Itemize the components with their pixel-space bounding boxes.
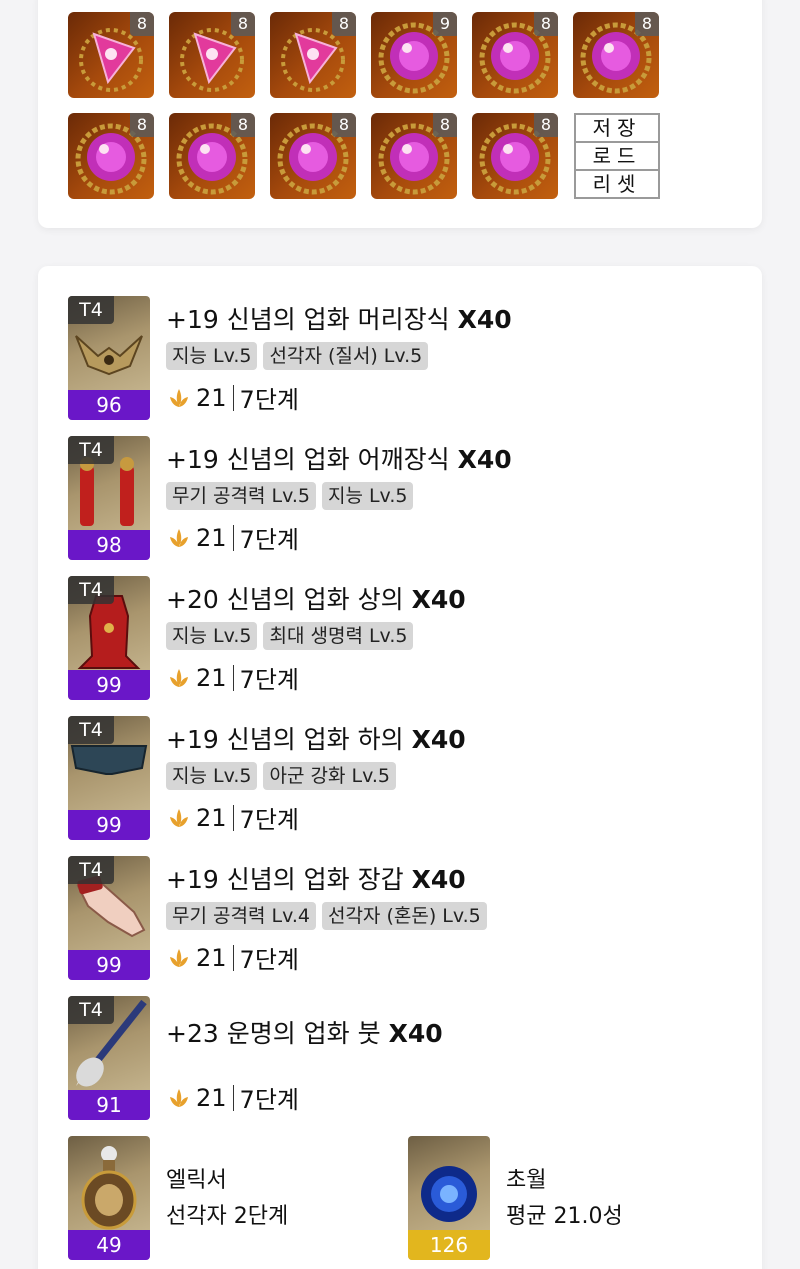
engraving-tags: 무기 공격력 Lv.4 선각자 (혼돈) Lv.5	[166, 902, 493, 930]
equipment-thumbnail: T4 98	[68, 436, 150, 560]
gem-slot-11[interactable]: 8	[472, 113, 558, 199]
engraving-tags: 지능 Lv.5 최대 생명력 Lv.5	[166, 622, 419, 650]
elixir-score: 49	[68, 1230, 150, 1260]
engraving-tag: 최대 생명력 Lv.5	[263, 622, 414, 650]
save-button[interactable]: 저장	[576, 115, 658, 143]
lotus-icon	[170, 528, 188, 547]
transcendence-thumbnail: 126	[408, 1136, 490, 1260]
quality-score: 96	[68, 390, 150, 420]
elixir-line: 21 7단계	[166, 380, 299, 415]
transcendence-detail: 평균 21.0성	[506, 1204, 623, 1229]
gem-slot-7[interactable]: 8	[68, 113, 154, 199]
engraving-tag: 지능 Lv.5	[166, 622, 258, 650]
gem-slot-10[interactable]: 8	[371, 113, 457, 199]
equipment-row-gloves[interactable]: T4 99 +19 신념의 업화 장갑 X40 무기 공격력 Lv.4 선각자 (…	[68, 856, 748, 980]
engraving-tag: 지능 Lv.5	[166, 762, 258, 790]
equipment-title: +19 신념의 업화 하의 X40	[166, 725, 466, 754]
gem-slot-5[interactable]: 8	[472, 12, 558, 98]
gem-level-badge: 8	[231, 12, 255, 36]
elixir-line: 21 7단계	[166, 660, 299, 695]
engraving-tag: 선각자 (질서) Lv.5	[263, 342, 429, 370]
gem-slot-9[interactable]: 8	[270, 113, 356, 199]
equipment-row-pants[interactable]: T4 99 +19 신념의 업화 하의 X40 지능 Lv.5 아군 강화 Lv.…	[68, 716, 748, 840]
equipment-thumbnail: T4 99	[68, 576, 150, 700]
lotus-icon	[170, 948, 188, 967]
engraving-tags: 지능 Lv.5 선각자 (질서) Lv.5	[166, 342, 434, 370]
load-button[interactable]: 로드	[576, 143, 658, 171]
elixir-thumbnail: 49	[68, 1136, 150, 1260]
equipment-title: +20 신념의 업화 상의 X40	[166, 585, 466, 614]
gem-level-badge: 8	[534, 12, 558, 36]
elixir-summary[interactable]: 49 엘릭서 선각자 2단계	[68, 1136, 368, 1260]
equipment-row-top[interactable]: T4 99 +20 신념의 업화 상의 X40 지능 Lv.5 최대 생명력 Lv…	[68, 576, 748, 700]
gem-level-badge: 8	[534, 113, 558, 137]
transcendence-score: 126	[408, 1230, 490, 1260]
engraving-tag: 지능 Lv.5	[166, 342, 258, 370]
lotus-icon	[170, 388, 188, 407]
engraving-tags: 무기 공격력 Lv.5 지능 Lv.5	[166, 482, 419, 510]
equipment-row-weapon[interactable]: T4 91 +23 운명의 업화 붓 X40 21 7단계	[68, 996, 748, 1120]
equipment-row-head[interactable]: T4 96 +19 신념의 업화 머리장식 X40 지능 Lv.5 선각자 (질서…	[68, 296, 748, 420]
gem-slot-4[interactable]: 9	[371, 12, 457, 98]
elixir-line: 21 7단계	[166, 520, 299, 555]
tier-badge: T4	[68, 996, 114, 1024]
quality-score: 99	[68, 810, 150, 840]
gem-level-badge: 8	[130, 12, 154, 36]
gem-level-badge: 8	[130, 113, 154, 137]
engraving-tag: 지능 Lv.5	[321, 482, 414, 510]
equipment-title: +19 신념의 업화 장갑 X40	[166, 865, 466, 894]
quality-score: 98	[68, 530, 150, 560]
elixir-detail: 선각자 2단계	[166, 1204, 289, 1229]
engraving-tag: 아군 강화 Lv.5	[263, 762, 396, 790]
equipment-title: +19 신념의 업화 머리장식 X40	[166, 305, 512, 334]
gem-level-badge: 8	[332, 12, 356, 36]
tier-badge: T4	[68, 856, 114, 884]
gem-level-badge: 8	[433, 113, 457, 137]
tier-badge: T4	[68, 436, 114, 464]
gem-slot-8[interactable]: 8	[169, 113, 255, 199]
gem-level-badge: 8	[332, 113, 356, 137]
tier-badge: T4	[68, 296, 114, 324]
quality-score: 99	[68, 950, 150, 980]
tier-badge: T4	[68, 716, 114, 744]
engraving-tags: 지능 Lv.5 아군 강화 Lv.5	[166, 762, 402, 790]
gem-slot-2[interactable]: 8	[169, 12, 255, 98]
quality-score: 99	[68, 670, 150, 700]
gem-slot-3[interactable]: 8	[270, 12, 356, 98]
lotus-icon	[170, 668, 188, 687]
tier-badge: T4	[68, 576, 114, 604]
equipment-title: +19 신념의 업화 어깨장식 X40	[166, 445, 512, 474]
elixir-line: 21 7단계	[166, 800, 299, 835]
preset-controls: 저장 로드 리셋	[574, 113, 660, 199]
quality-score: 91	[68, 1090, 150, 1120]
engraving-tag: 무기 공격력 Lv.4	[166, 902, 316, 930]
engraving-tag: 선각자 (혼돈) Lv.5	[321, 902, 487, 930]
engraving-tag: 무기 공격력 Lv.5	[166, 482, 316, 510]
elixir-label: 엘릭서	[166, 1168, 227, 1193]
elixir-line: 21 7단계	[166, 1080, 299, 1115]
gem-level-badge: 8	[635, 12, 659, 36]
gem-level-badge: 8	[231, 113, 255, 137]
equipment-thumbnail: T4 99	[68, 716, 150, 840]
equipment-thumbnail: T4 91	[68, 996, 150, 1120]
transcendence-summary[interactable]: 126 초월 평균 21.0성	[408, 1136, 708, 1260]
equipment-row-shoulder[interactable]: T4 98 +19 신념의 업화 어깨장식 X40 무기 공격력 Lv.5 지능 …	[68, 436, 748, 560]
equipment-title: +23 운명의 업화 붓 X40	[166, 1019, 443, 1048]
reset-button[interactable]: 리셋	[576, 171, 658, 199]
transcendence-label: 초월	[506, 1168, 547, 1193]
gem-level-badge: 9	[433, 12, 457, 36]
lotus-icon	[170, 808, 188, 827]
gem-slot-1[interactable]: 8	[68, 12, 154, 98]
equipment-thumbnail: T4 96	[68, 296, 150, 420]
lotus-icon	[170, 1088, 188, 1107]
equipment-thumbnail: T4 99	[68, 856, 150, 980]
elixir-line: 21 7단계	[166, 940, 299, 975]
gem-slot-6[interactable]: 8	[573, 12, 659, 98]
